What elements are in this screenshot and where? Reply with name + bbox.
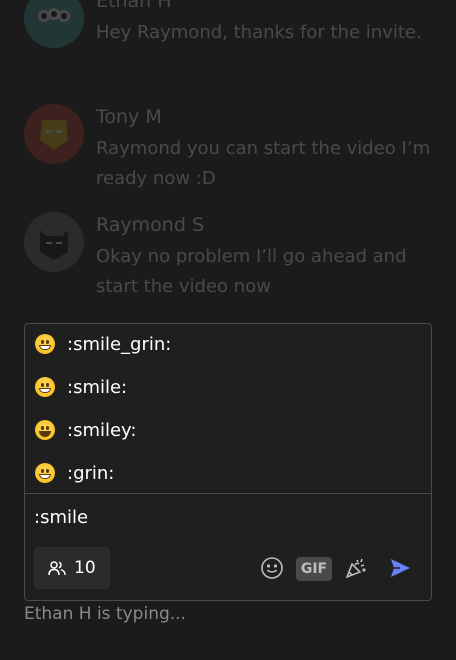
emoji-suggestion-label: :grin: (67, 462, 115, 484)
members-count: 10 (74, 558, 96, 578)
emoji-picker-icon[interactable] (260, 556, 284, 580)
emoji-suggestion-item[interactable]: :smile_grin: (25, 324, 431, 364)
emoji-suggestion-item[interactable]: :smile: (25, 367, 431, 407)
message-text: Hey Raymond, thanks for the invite. (96, 22, 422, 43)
grin-emoji-icon (35, 463, 55, 483)
gif-button[interactable]: GIF (296, 557, 332, 581)
chat-message-list: Ethan H Hey Raymond, thanks for the invi… (0, 0, 456, 330)
grin-emoji-icon (35, 334, 55, 354)
message-text: Okay no problem I’ll go ahead and start … (96, 246, 407, 297)
members-button[interactable]: 10 (34, 547, 110, 589)
emoji-suggestion-label: :smile: (67, 376, 128, 398)
avatar (24, 104, 84, 164)
emoji-suggestion-label: :smiley: (67, 419, 137, 441)
message-text: Raymond you can start the video I’m read… (96, 138, 431, 189)
smile-emoji-icon (35, 377, 55, 397)
message-composer: :smile_grin: :smile: :smiley: :grin: :sm… (24, 323, 432, 601)
avatar (24, 0, 84, 48)
message-author: Raymond S (96, 214, 205, 236)
emoji-suggestion-item[interactable]: :grin: (25, 453, 431, 493)
typing-indicator: Ethan H is typing... (24, 604, 186, 624)
message-input[interactable]: :smile (34, 507, 88, 528)
send-icon[interactable] (388, 556, 412, 580)
message-author: Ethan H (96, 0, 172, 12)
emoji-suggestion-label: :smile_grin: (67, 333, 172, 355)
avatar (24, 212, 84, 272)
emoji-suggestion-list: :smile_grin: :smile: :smiley: :grin: (25, 324, 431, 494)
message-author: Tony M (96, 106, 162, 128)
people-icon (48, 561, 66, 576)
party-popper-icon[interactable] (344, 556, 368, 580)
smiley-emoji-icon (35, 420, 55, 440)
emoji-suggestion-item[interactable]: :smiley: (25, 410, 431, 450)
